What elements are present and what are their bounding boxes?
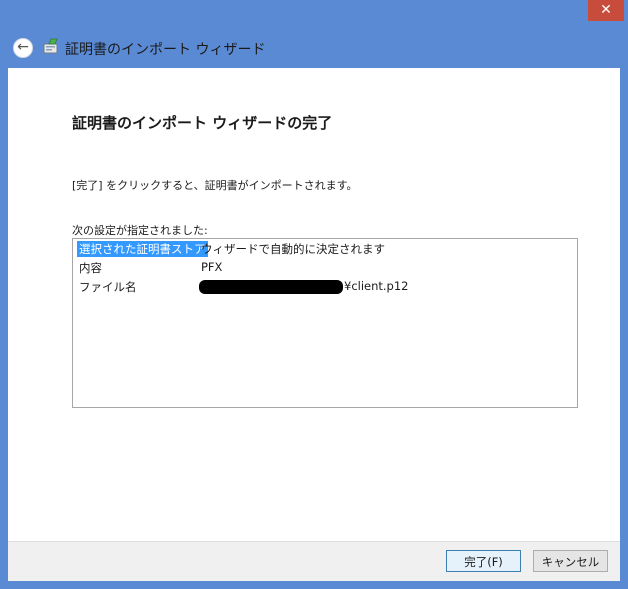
setting-value: ウィザードで自動的に決定されます: [201, 242, 385, 256]
certificate-wizard-icon: [43, 38, 58, 54]
wizard-window: ✕ ← 証明書のインポート ウィザード 証明書のインポート ウィザードの完了 […: [0, 0, 628, 589]
setting-value: PFX: [201, 260, 223, 274]
page-heading: 証明書のインポート ウィザードの完了: [72, 114, 333, 132]
setting-key: 選択された証明書ストア: [77, 241, 208, 257]
redacted-path: [199, 280, 343, 294]
setting-key: 内容: [79, 261, 102, 275]
cancel-button[interactable]: キャンセル: [533, 550, 608, 572]
back-arrow-icon: ←: [17, 39, 29, 55]
list-item[interactable]: ファイル名 ¥client.p12: [73, 278, 577, 296]
settings-label: 次の設定が指定されました:: [72, 224, 208, 237]
close-button[interactable]: ✕: [588, 0, 624, 21]
close-icon: ✕: [600, 2, 612, 18]
wizard-title: 証明書のインポート ウィザード: [65, 42, 266, 58]
wizard-content: 証明書のインポート ウィザードの完了 [完了] をクリックすると、証明書がインポ…: [8, 68, 620, 541]
setting-key: ファイル名: [79, 280, 137, 294]
setting-value: ¥client.p12: [344, 279, 409, 293]
wizard-footer: 完了(F) キャンセル: [8, 541, 620, 581]
back-button[interactable]: ←: [13, 38, 33, 58]
wizard-header: ← 証明書のインポート ウィザード: [8, 30, 620, 68]
list-item[interactable]: 内容 PFX: [73, 259, 577, 277]
instruction-text: [完了] をクリックすると、証明書がインポートされます。: [72, 179, 358, 192]
list-item[interactable]: 選択された証明書ストア ウィザードで自動的に決定されます: [73, 240, 577, 258]
settings-list[interactable]: 選択された証明書ストア ウィザードで自動的に決定されます 内容 PFX ファイル…: [72, 238, 578, 408]
finish-button[interactable]: 完了(F): [446, 550, 521, 572]
